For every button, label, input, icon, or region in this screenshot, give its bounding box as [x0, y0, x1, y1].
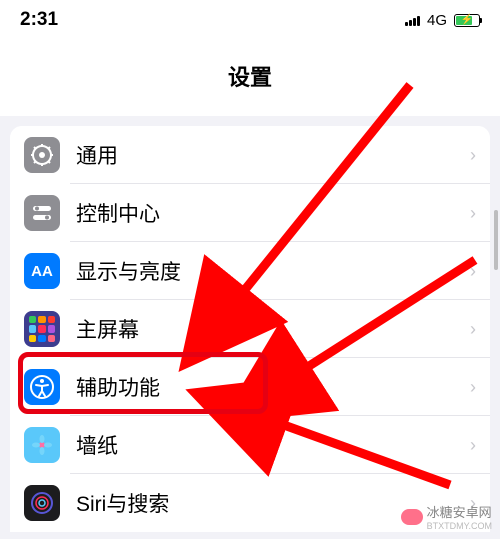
chevron-right-icon: › [470, 203, 476, 224]
settings-item-general[interactable]: 通用 › [10, 126, 490, 184]
settings-item-display[interactable]: AA 显示与亮度 › [10, 242, 490, 300]
watermark-text: 冰糖安卓网 [427, 502, 492, 521]
wallpaper-icon [24, 427, 60, 463]
signal-icon [405, 14, 420, 26]
battery-icon: ⚡ [454, 14, 480, 27]
watermark-logo-icon [401, 509, 423, 525]
item-label: 辅助功能 [76, 372, 470, 402]
siri-icon [24, 485, 60, 521]
item-label: 显示与亮度 [76, 256, 470, 286]
page-title: 设置 [0, 40, 500, 116]
watermark-url: BTXTDMY.COM [427, 521, 492, 531]
chevron-right-icon: › [470, 261, 476, 282]
settings-item-wallpaper[interactable]: 墙纸 › [10, 416, 490, 474]
watermark: 冰糖安卓网 BTXTDMY.COM [401, 502, 492, 531]
item-label: 主屏幕 [76, 314, 470, 344]
text-size-icon: AA [24, 253, 60, 289]
toggles-icon [24, 195, 60, 231]
status-time: 2:31 [20, 9, 58, 31]
home-grid-icon [24, 311, 60, 347]
chevron-right-icon: › [470, 319, 476, 340]
item-label: 墙纸 [76, 430, 470, 460]
scrollbar[interactable] [494, 210, 498, 270]
settings-list: 通用 › 控制中心 › AA 显示与亮度 › 主屏幕 › 辅助功能 › [10, 126, 490, 532]
item-label: 控制中心 [76, 198, 470, 228]
accessibility-icon [24, 369, 60, 405]
chevron-right-icon: › [470, 145, 476, 166]
chevron-right-icon: › [470, 435, 476, 456]
network-label: 4G [427, 12, 447, 29]
item-label: 通用 [76, 140, 470, 170]
chevron-right-icon: › [470, 377, 476, 398]
gear-icon [24, 137, 60, 173]
settings-item-accessibility[interactable]: 辅助功能 › [10, 358, 490, 416]
status-bar: 2:31 4G ⚡ [0, 0, 500, 40]
settings-item-control-center[interactable]: 控制中心 › [10, 184, 490, 242]
settings-item-home-screen[interactable]: 主屏幕 › [10, 300, 490, 358]
status-indicators: 4G ⚡ [405, 12, 480, 29]
